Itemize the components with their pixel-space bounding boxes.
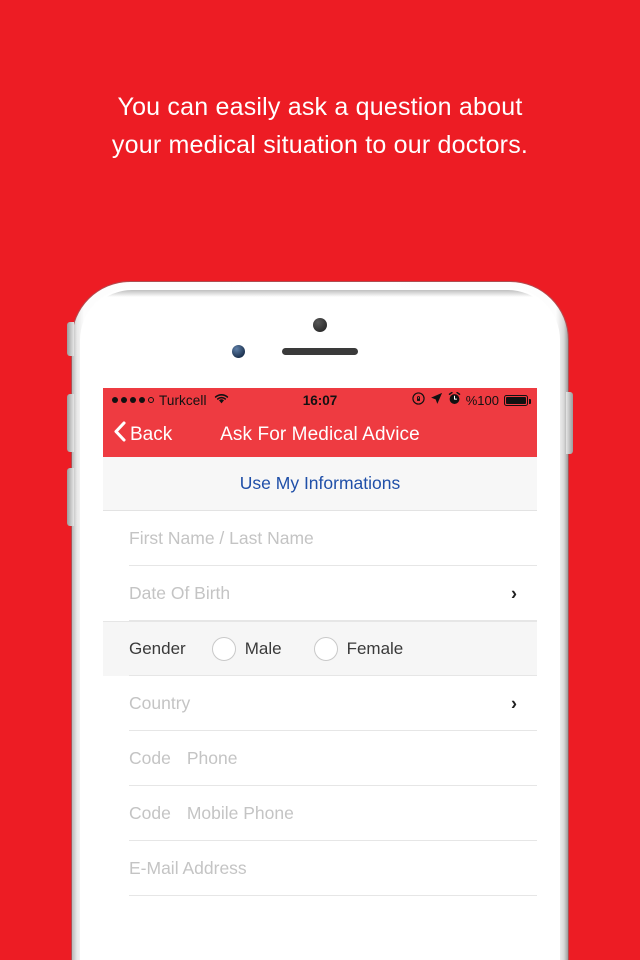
medical-advice-form: First Name / Last Name Date Of Birth › G… [103, 511, 537, 956]
signal-strength-icon [112, 397, 154, 403]
use-my-informations-button[interactable]: Use My Informations [103, 457, 537, 511]
gender-radio-group: Male Female [211, 636, 404, 661]
alarm-clock-icon [448, 391, 461, 408]
mobile-phone-number-input[interactable]: Mobile Phone [187, 803, 294, 824]
proximity-sensor-icon [313, 318, 327, 332]
use-my-informations-label: Use My Informations [239, 473, 401, 493]
email-input[interactable]: E-Mail Address [129, 858, 247, 879]
battery-percent: %100 [465, 392, 499, 408]
wifi-icon [214, 393, 229, 408]
earpiece-speaker [282, 348, 358, 355]
rotation-lock-icon [412, 392, 425, 408]
row-first-last-name[interactable]: First Name / Last Name [103, 511, 537, 566]
first-last-name-input[interactable]: First Name / Last Name [129, 528, 314, 549]
status-bar-left: Turkcell [112, 393, 229, 408]
promo-headline: You can easily ask a question about your… [0, 88, 640, 164]
phone-device: Turkcell 16:07 %100 Back Ask For Medical… [67, 282, 573, 960]
navigation-bar: Back Ask For Medical Advice [103, 412, 537, 457]
promo-line-1: You can easily ask a question about [117, 93, 523, 121]
battery-full-icon [504, 394, 531, 406]
gender-option-male-label: Male [244, 638, 282, 658]
country-input[interactable]: Country [129, 693, 190, 714]
chevron-left-icon [113, 421, 126, 448]
gender-option-female[interactable]: Female [313, 636, 404, 661]
power-button[interactable] [566, 392, 573, 454]
mobile-phone-code-input[interactable]: Code [129, 803, 171, 824]
phone-code-input[interactable]: Code [129, 748, 171, 769]
front-camera-icon [232, 345, 245, 358]
status-bar: Turkcell 16:07 %100 [103, 388, 537, 412]
status-bar-right: %100 [412, 391, 531, 408]
volume-up-button[interactable] [67, 394, 74, 452]
location-arrow-icon [430, 392, 443, 408]
row-date-of-birth[interactable]: Date Of Birth › [103, 566, 537, 621]
chevron-right-icon: › [511, 583, 517, 603]
silent-switch-button[interactable] [67, 322, 74, 356]
phone-screen: Turkcell 16:07 %100 Back Ask For Medical… [103, 388, 537, 960]
form-bottom-space [103, 896, 537, 956]
row-country[interactable]: Country › [103, 676, 537, 731]
row-mobile-phone[interactable]: Code Mobile Phone [103, 786, 537, 841]
gender-option-female-label: Female [346, 638, 404, 658]
back-button[interactable]: Back [113, 421, 172, 448]
promo-line-2: your medical situation to our doctors. [111, 131, 529, 159]
radio-icon-male[interactable] [211, 636, 236, 661]
back-button-label: Back [130, 423, 173, 445]
chevron-right-icon: › [511, 693, 517, 713]
carrier-name: Turkcell [159, 392, 207, 408]
row-gender: Gender Male Female [103, 621, 537, 676]
row-phone[interactable]: Code Phone [103, 731, 537, 786]
date-of-birth-input[interactable]: Date Of Birth [129, 583, 230, 604]
row-email[interactable]: E-Mail Address [103, 841, 537, 896]
phone-number-input[interactable]: Phone [187, 748, 238, 769]
gender-option-male[interactable]: Male [211, 636, 282, 661]
volume-down-button[interactable] [67, 468, 74, 526]
gender-label: Gender [129, 638, 186, 658]
radio-icon-female[interactable] [313, 636, 338, 661]
